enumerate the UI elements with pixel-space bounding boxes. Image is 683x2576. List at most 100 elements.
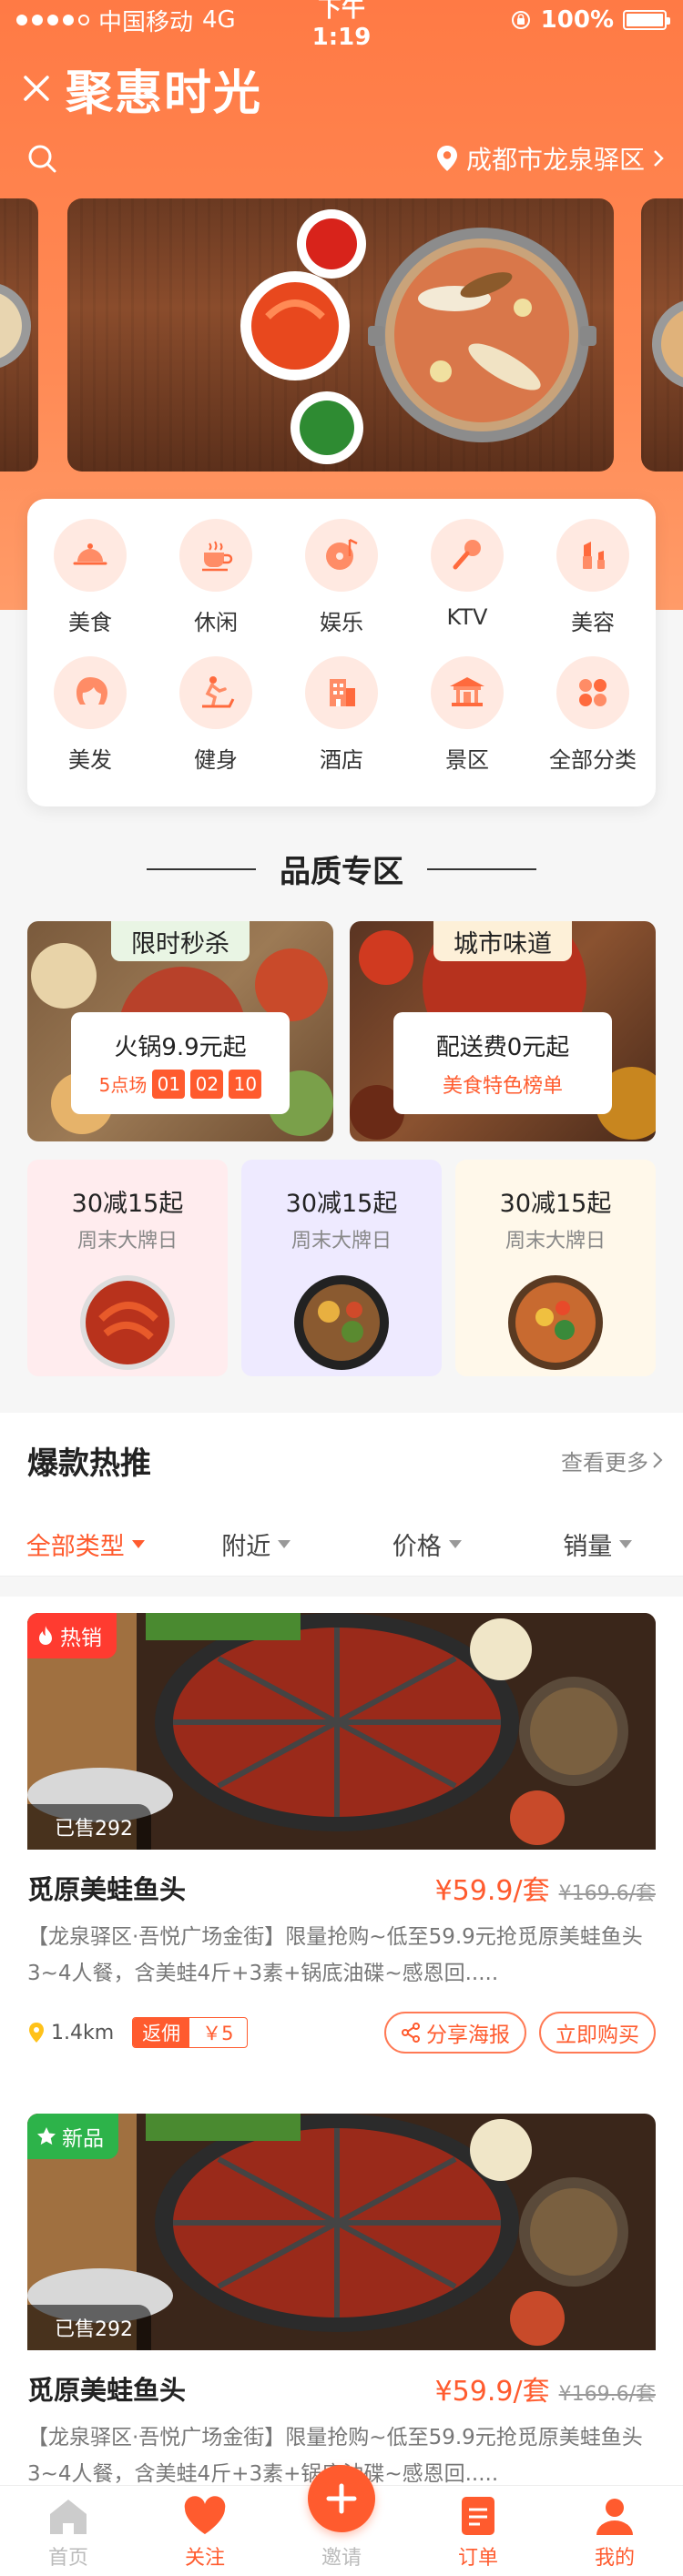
coffee-cup-icon: [202, 541, 233, 572]
plus-icon: [326, 2483, 357, 2514]
app-screen: 中国移动 4G 下午1:19 100% 聚惠时光 成都市龙泉驿区 美食 休闲 娱…: [0, 0, 683, 2576]
heart-icon: [184, 2496, 226, 2534]
deal-sub: 周末大牌日: [291, 1230, 392, 1253]
treadmill-icon: [202, 676, 235, 708]
countdown: 5点场 01 02 10: [99, 1069, 262, 1099]
filter-label: 销量: [563, 1533, 613, 1561]
category-beauty[interactable]: 美容: [530, 519, 656, 636]
location-text: 成都市龙泉驿区: [465, 145, 645, 175]
dropdown-arrow-icon: [448, 1540, 462, 1548]
current-price: ¥59.9/套: [434, 1875, 550, 1907]
category-food[interactable]: 美食: [27, 519, 153, 636]
hotel-building-icon: [330, 679, 355, 706]
chevron-right-icon: [654, 150, 664, 167]
close-icon[interactable]: [20, 72, 53, 105]
filter-label: 全部类型: [25, 1533, 125, 1561]
section-separator: [0, 1577, 683, 1597]
divider: [147, 867, 256, 870]
flash-sale-info: 火锅9.9元起 5点场 01 02 10: [71, 1012, 290, 1114]
category-fitness[interactable]: 健身: [153, 656, 279, 774]
status-bar: 中国移动 4G 下午1:19 100%: [0, 0, 683, 51]
category-ktv[interactable]: KTV: [404, 519, 530, 636]
category-entertainment[interactable]: 娱乐: [279, 519, 404, 636]
tab-orders[interactable]: 订单: [410, 2486, 546, 2576]
tab-label: 邀请: [321, 2547, 362, 2570]
music-disc-icon: [326, 538, 358, 570]
deal-card-salad[interactable]: 30减15起 周末大牌日: [241, 1160, 442, 1376]
product-card[interactable]: 热销 已售292 觅原美蛙鱼头 ¥59.9/套 ¥169.6/套 【龙泉驿区·吾悦…: [27, 1613, 656, 2054]
deal-card-seafood[interactable]: 30减15起 周末大牌日: [455, 1160, 656, 1376]
food-dome-icon: [73, 543, 107, 565]
crayfish-dish-image: [80, 1275, 175, 1370]
filter-sales[interactable]: 销量: [513, 1513, 683, 1576]
flash-sale-tag: 限时秒杀: [111, 921, 250, 961]
hot-section: 爆款热推 查看更多 全部类型 附近 价格 销量 热销 已售292 觅原美蛙鱼头 …: [0, 1413, 683, 2576]
tab-follow[interactable]: 关注: [137, 2486, 273, 2576]
invite-plus-button[interactable]: [308, 2465, 375, 2532]
sold-count: 已售292: [27, 2305, 151, 2350]
location-pin-icon: [29, 2023, 44, 2043]
category-label: 景区: [445, 747, 489, 773]
hair-icon: [76, 677, 107, 705]
filter-all-types[interactable]: 全部类型: [0, 1513, 171, 1576]
city-flavor-headline: 配送费0元起: [435, 1033, 570, 1061]
tab-home[interactable]: 首页: [0, 2486, 137, 2576]
product-image: 新品 已售292: [27, 2114, 656, 2350]
product-badge: 热销: [27, 1613, 117, 1658]
tab-label: 关注: [184, 2547, 225, 2570]
deal-sub: 周末大牌日: [76, 1230, 178, 1253]
deal-headline: 30减15起: [499, 1190, 612, 1218]
grid-all-icon: [579, 679, 607, 706]
category-label: KTV: [446, 604, 488, 630]
product-description: 【龙泉驿区·吾悦广场金街】限量抢购~低至59.9元抢觅原美蛙鱼头3~4人餐，含美…: [27, 1925, 643, 1985]
filter-nearby[interactable]: 附近: [171, 1513, 342, 1576]
category-label: 健身: [194, 747, 238, 773]
category-leisure[interactable]: 休闲: [153, 519, 279, 636]
badge-label: 热销: [60, 1627, 102, 1650]
battery-percent: 100%: [540, 6, 614, 34]
search-icon[interactable]: [25, 142, 58, 175]
flash-sale-headline: 火锅9.9元起: [114, 1033, 247, 1061]
deal-card-crayfish[interactable]: 30减15起 周末大牌日: [27, 1160, 228, 1376]
distance-value: 1.4km: [51, 2021, 115, 2044]
category-scenic[interactable]: 景区: [404, 656, 530, 774]
filter-price[interactable]: 价格: [342, 1513, 513, 1576]
banner-next[interactable]: [641, 198, 683, 472]
carrier-name: 中国移动: [98, 8, 194, 36]
category-hair[interactable]: 美发: [27, 656, 153, 774]
category-label: 美食: [68, 610, 112, 635]
banner-prev[interactable]: [0, 198, 38, 472]
flash-sale-card[interactable]: 限时秒杀 火锅9.9元起 5点场 01 02 10: [27, 921, 333, 1141]
city-flavor-card[interactable]: 城市味道 配送费0元起 美食特色榜单: [350, 921, 656, 1141]
sold-count: 已售292: [27, 1804, 151, 1850]
view-more-link[interactable]: 查看更多: [561, 1445, 663, 1476]
deal-sub: 周末大牌日: [505, 1230, 606, 1253]
buy-label: 立即购买: [556, 2023, 639, 2047]
city-flavor-sub: 美食特色榜单: [442, 1074, 563, 1098]
category-hotel[interactable]: 酒店: [279, 656, 404, 774]
category-all[interactable]: 全部分类: [530, 656, 656, 774]
share-poster-button[interactable]: 分享海报: [384, 2012, 526, 2054]
category-label: 美发: [68, 747, 112, 773]
product-card[interactable]: 新品 已售292 觅原美蛙鱼头 ¥59.9/套 ¥169.6/套 【龙泉驿区·吾悦…: [27, 2114, 656, 2492]
star-icon: [37, 2127, 56, 2145]
deal-headline: 30减15起: [71, 1190, 184, 1218]
category-label: 休闲: [194, 610, 238, 635]
user-icon: [596, 2499, 633, 2535]
view-more-label: 查看更多: [561, 1449, 648, 1476]
rebate-label: 返佣: [133, 2018, 190, 2047]
section-heading: 品质专区: [280, 854, 403, 890]
city-flavor-tag: 城市味道: [433, 921, 572, 961]
product-name: 觅原美蛙鱼头: [27, 1874, 187, 1905]
filter-bar: 全部类型 附近 价格 销量: [0, 1513, 683, 1577]
tab-label: 订单: [457, 2547, 498, 2570]
city-flavor-info: 配送费0元起 美食特色榜单: [393, 1012, 612, 1114]
category-label: 娱乐: [320, 610, 363, 635]
network-type: 4G: [202, 6, 236, 34]
filter-label: 价格: [392, 1533, 442, 1561]
buy-now-button[interactable]: 立即购买: [539, 2012, 656, 2054]
banner-hotpot-image[interactable]: [67, 198, 614, 472]
tab-mine[interactable]: 我的: [546, 2486, 683, 2576]
location-selector[interactable]: 成都市龙泉驿区: [435, 140, 665, 177]
seafood-dish-image: [508, 1275, 603, 1370]
